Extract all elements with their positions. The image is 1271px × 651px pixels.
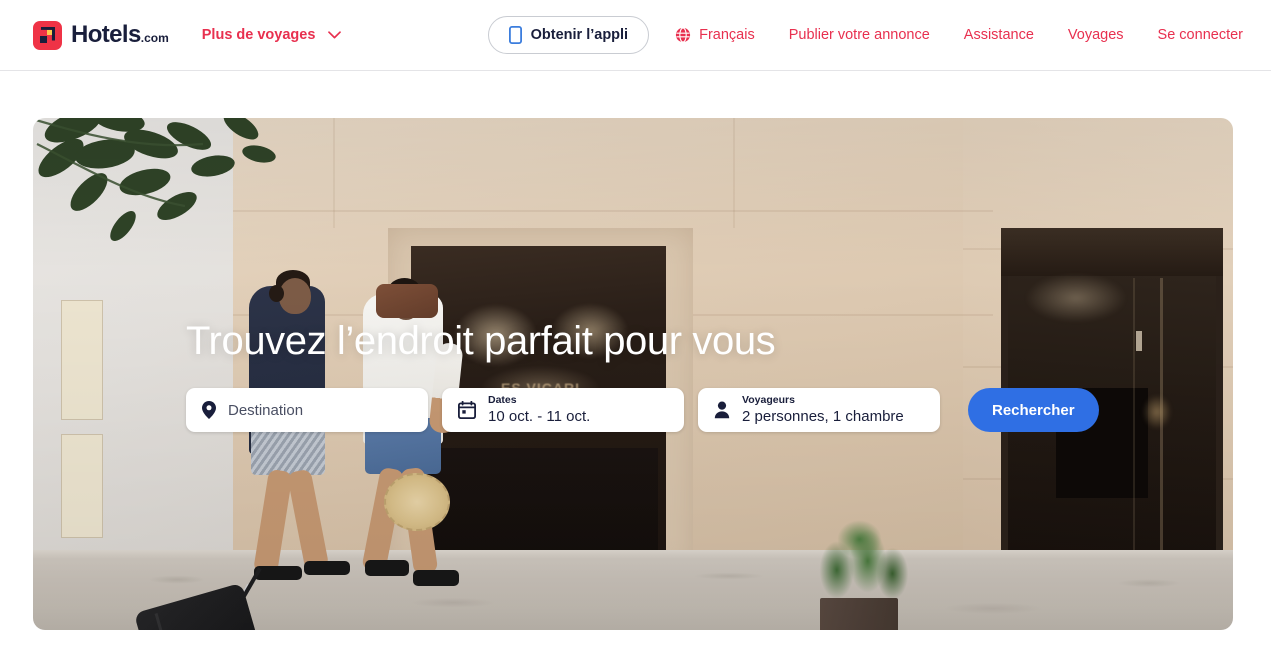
- dates-field[interactable]: Dates 10 oct. - 11 oct.: [442, 388, 684, 432]
- language-selector[interactable]: Français: [675, 27, 755, 43]
- search-button[interactable]: Rechercher: [968, 388, 1099, 432]
- chevron-down-icon: [328, 31, 342, 39]
- get-app-label: Obtenir l’appli: [530, 27, 629, 43]
- nav-link-list-property[interactable]: Publier votre annonce: [789, 27, 930, 43]
- header-actions: Obtenir l’appli Français Publier votre a…: [487, 16, 1243, 54]
- search-bar: Destination Dates 10 oct. - 11 oct. Voya…: [186, 388, 1099, 432]
- travelers-label: Voyageurs: [742, 394, 795, 407]
- globe-icon: [675, 27, 691, 43]
- nav-more-travel[interactable]: Plus de voyages: [202, 27, 342, 43]
- hotels-logo[interactable]: Hotels.com: [33, 20, 169, 50]
- mobile-phone-icon: [508, 26, 522, 44]
- dates-value: 10 oct. - 11 oct.: [488, 408, 591, 426]
- nav-link-trips[interactable]: Voyages: [1068, 27, 1124, 43]
- hotels-logo-icon: [33, 20, 62, 50]
- brand-wordmark: Hotels.com: [71, 21, 169, 49]
- hero-background-photo: ES VICARI cocktail bar: [33, 118, 1233, 630]
- site-header: Hotels.com Plus de voyages Obtenir l’app…: [0, 0, 1271, 71]
- language-label: Français: [699, 27, 755, 43]
- nav-link-support[interactable]: Assistance: [964, 27, 1034, 43]
- get-app-button[interactable]: Obtenir l’appli: [487, 16, 650, 54]
- destination-field[interactable]: Destination: [186, 388, 428, 432]
- brand-name: Hotels: [71, 21, 141, 48]
- map-pin-icon: [202, 401, 216, 419]
- hero-title: Trouvez l’endroit parfait pour vous: [186, 319, 776, 363]
- travelers-value: 2 personnes, 1 chambre: [742, 408, 904, 426]
- person-icon: [714, 401, 730, 419]
- dates-label: Dates: [488, 394, 517, 407]
- nav-link-signin[interactable]: Se connecter: [1158, 27, 1243, 43]
- nav-more-travel-label: Plus de voyages: [201, 27, 316, 43]
- brand-suffix: .com: [140, 31, 169, 45]
- travelers-field[interactable]: Voyageurs 2 personnes, 1 chambre: [698, 388, 940, 432]
- hero-banner: ES VICARI cocktail bar: [33, 118, 1233, 630]
- destination-input[interactable]: Destination: [228, 402, 303, 419]
- calendar-icon: [458, 401, 476, 419]
